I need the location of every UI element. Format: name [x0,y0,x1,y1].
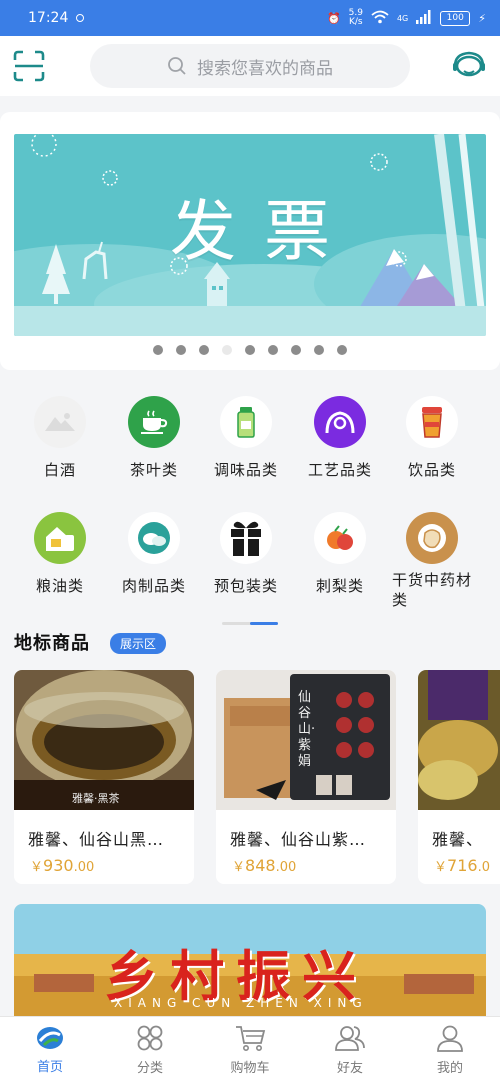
crafts-icon [314,396,366,448]
category-icon [137,1025,163,1051]
alarm-icon: ⏰ [326,11,341,25]
scan-icon [13,50,45,82]
notification-icon [76,14,85,22]
tab-label: 购物车 [230,1061,270,1076]
scan-button[interactable] [12,49,46,83]
top-header: 搜索您喜欢的商品 [0,36,500,96]
seasoning-bottle-icon [220,396,272,448]
liquor-icon [34,396,86,448]
product-image: 仙谷山·紫娟 [216,670,396,810]
rural-revitalization-banner[interactable]: 乡村振兴 XIANG CUN ZHEN XING [14,904,486,1024]
rural-banner-subtitle: XIANG CUN ZHEN XING [114,996,368,1010]
tab-cart[interactable]: 购物车 [200,1017,300,1083]
product-card[interactable]: 雅馨·黑茶 雅馨、仙谷山黑… ￥930.00 [14,670,194,884]
grain-oil-icon [34,512,86,564]
category-label: 刺梨类 [315,577,364,595]
category-item[interactable]: 茶叶类 [108,396,200,480]
tab-label: 好友 [336,1061,363,1076]
product-price: ￥930.00 [30,856,95,875]
category-label: 干货中药材类 [392,571,473,609]
category-item[interactable]: 干货中药材类 [386,512,478,610]
meat-icon [128,512,180,564]
category-item[interactable]: 肉制品类 [108,512,200,596]
product-name: 雅馨、仙谷山紫… [230,830,367,849]
status-time: 17:24 [28,10,69,26]
category-item[interactable]: 工艺品类 [294,396,386,480]
status-bar: 17:24 ⏰ 5.9 K/s 4G 100 ⚡ [0,0,500,36]
tab-label: 我的 [436,1061,463,1076]
carousel-dots [0,345,500,355]
category-label: 调味品类 [213,461,278,479]
product-image-caption: 雅馨·黑茶 [72,792,120,805]
category-item[interactable]: 饮品类 [386,396,478,480]
category-item[interactable]: 调味品类 [200,396,292,480]
tea-cup-icon [128,396,180,448]
category-label: 粮油类 [35,577,84,595]
tab-label: 首页 [36,1060,63,1075]
tab-category[interactable]: 分类 [100,1017,200,1083]
search-icon [168,57,186,75]
signal-label: 4G [396,13,409,23]
tab-home[interactable]: 首页 [0,1017,100,1083]
carousel-dot[interactable] [222,345,232,355]
category-scroll-indicator [222,622,278,625]
carousel-dot[interactable] [268,345,278,355]
carousel-dot[interactable] [199,345,209,355]
gift-box-icon [220,512,272,564]
drink-cup-icon [406,396,458,448]
search-input[interactable]: 搜索您喜欢的商品 [90,44,410,88]
carousel-dot[interactable] [314,345,324,355]
search-placeholder: 搜索您喜欢的商品 [197,58,333,79]
app-screen: 17:24 ⏰ 5.9 K/s 4G 100 ⚡ 搜索您喜欢的商品 发票 白酒 … [0,0,500,1083]
category-label: 饮品类 [407,461,456,479]
bottom-tab-bar: 首页 分类 购物车 好友 我的 [0,1016,500,1083]
product-card[interactable]: 雅馨、 ￥716.0 [418,670,500,884]
category-label: 工艺品类 [307,461,372,479]
carousel-dot[interactable] [291,345,301,355]
customer-service-icon [453,51,485,77]
product-price: ￥716.0 [434,856,490,875]
category-item[interactable]: 刺梨类 [294,512,386,596]
category-item[interactable]: 粮油类 [14,512,106,596]
carousel-dot[interactable] [176,345,186,355]
friends-icon [335,1026,365,1051]
carousel-dot[interactable] [245,345,255,355]
product-price: ￥848.00 [232,856,297,875]
section-title: 地标商品 [14,633,90,654]
category-item[interactable]: 白酒 [14,396,106,480]
product-name: 雅馨、仙谷山黑… [28,830,165,849]
category-label: 白酒 [43,461,76,479]
battery-icon: 100 [440,10,471,26]
tab-friends[interactable]: 好友 [300,1017,400,1083]
home-logo-icon [37,1027,63,1049]
banner-title: 发票 [170,193,358,270]
product-card[interactable]: 仙谷山·紫娟 雅馨、仙谷山紫… ￥848.00 [216,670,396,884]
wifi-icon [371,10,389,27]
product-image: 雅馨·黑茶 [14,670,194,810]
net-speed: 5.9 K/s [348,8,363,27]
category-label: 茶叶类 [129,461,178,479]
cart-icon [236,1026,266,1051]
herb-icon [406,512,458,564]
category-grid: 白酒 茶叶类 调味品类 工艺品类 饮品类粮油类 肉制品类 预包装类 刺梨类 干货中药材类 [0,380,500,609]
customer-service-button[interactable] [452,49,486,83]
product-name: 雅馨、 [432,830,484,849]
charging-icon: ⚡ [478,11,486,25]
tab-label: 分类 [136,1061,163,1076]
category-item[interactable]: 预包装类 [200,512,292,596]
category-label: 肉制品类 [121,577,186,595]
tab-profile[interactable]: 我的 [400,1017,500,1083]
status-indicators: ⏰ 5.9 K/s 4G 100 ⚡ [327,9,486,27]
category-label: 预包装类 [213,577,278,595]
carousel-dot[interactable] [153,345,163,355]
product-image-caption: 仙谷山·紫娟 [298,690,316,769]
signal-icon [416,9,432,27]
showcase-badge: 展示区 [110,633,167,654]
profile-icon [437,1025,463,1052]
fruit-icon [314,512,366,564]
product-image [418,670,500,810]
carousel-dot[interactable] [337,345,347,355]
